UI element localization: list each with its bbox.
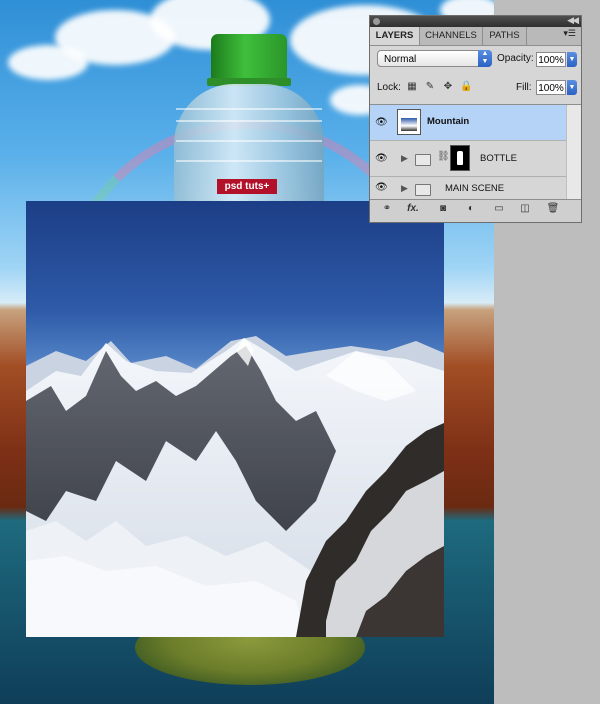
trash-icon[interactable]: 🗑 bbox=[546, 203, 560, 214]
bottle-ridge bbox=[176, 160, 322, 162]
mask-thumbnail bbox=[450, 145, 470, 171]
blend-opacity-row: Normal ▲ ▼ Opacity: 100% ▼ bbox=[370, 46, 581, 72]
lock-transparency-icon[interactable]: ▦ bbox=[406, 81, 418, 92]
layer-name[interactable]: BOTTLE bbox=[480, 153, 517, 164]
layers-list[interactable]: 👁 Mountain 👁 ▶ ⛓ BOTTLE 👁 ▶ MAIN SCENE bbox=[370, 104, 581, 199]
layer-name[interactable]: Mountain bbox=[427, 116, 469, 127]
collapse-icon[interactable]: ◀◀ bbox=[567, 15, 579, 26]
updown-arrows-icon: ▲ ▼ bbox=[478, 50, 492, 67]
mountain-illustration bbox=[26, 336, 444, 637]
bottle-ridge bbox=[176, 108, 322, 110]
opacity-dropdown-icon[interactable]: ▼ bbox=[567, 52, 577, 67]
mountain-photo[interactable] bbox=[26, 201, 444, 637]
bottle-label: psd tuts+ bbox=[217, 179, 277, 194]
layer-row-main-scene[interactable]: 👁 ▶ MAIN SCENE bbox=[370, 177, 567, 199]
fill-dropdown-icon[interactable]: ▼ bbox=[567, 80, 577, 95]
visibility-eye-icon[interactable]: 👁 bbox=[375, 153, 388, 164]
expand-triangle-icon[interactable]: ▶ bbox=[401, 153, 408, 164]
visibility-eye-icon[interactable]: 👁 bbox=[375, 182, 388, 193]
cloud bbox=[8, 45, 88, 80]
blend-mode-select[interactable]: Normal ▲ ▼ bbox=[377, 50, 492, 67]
folder-icon bbox=[415, 154, 431, 166]
layer-row-mountain[interactable]: 👁 Mountain bbox=[370, 105, 567, 141]
adjustment-icon[interactable]: ◐ bbox=[464, 203, 478, 214]
bottle-ridge bbox=[176, 140, 322, 142]
lock-position-icon[interactable]: ✥ bbox=[442, 81, 454, 92]
layer-row-bottle[interactable]: 👁 ▶ ⛓ BOTTLE bbox=[370, 141, 567, 177]
new-layer-icon[interactable]: ◫ bbox=[518, 203, 532, 214]
layers-panel[interactable]: ◀◀ LAYERS CHANNELS PATHS ▾☰ Normal ▲ ▼ Op… bbox=[369, 15, 582, 223]
tab-layers[interactable]: LAYERS bbox=[370, 27, 420, 45]
fill-field[interactable]: 100% bbox=[536, 80, 566, 95]
lock-pixels-icon[interactable]: ✎ bbox=[424, 81, 436, 92]
fill-label: Fill: bbox=[516, 82, 532, 93]
mask-link-icon[interactable]: ⛓ bbox=[437, 151, 450, 162]
link-icon[interactable]: ⚭ bbox=[380, 203, 394, 214]
opacity-field[interactable]: 100% bbox=[536, 52, 566, 67]
folder-icon[interactable]: ▭ bbox=[492, 203, 506, 214]
mask-icon[interactable]: ◙ bbox=[436, 203, 450, 214]
panel-tabs: LAYERS CHANNELS PATHS ▾☰ bbox=[370, 27, 581, 46]
bottle-ridge bbox=[176, 120, 322, 122]
layers-scrollbar[interactable] bbox=[566, 105, 581, 199]
panel-bottom-toolbar: ⚭ fx. ◙ ◐ ▭ ◫ 🗑 bbox=[370, 199, 581, 222]
visibility-eye-icon[interactable]: 👁 bbox=[375, 117, 388, 128]
lock-label: Lock: bbox=[377, 82, 401, 93]
bottle-cap bbox=[211, 34, 287, 82]
panel-titlebar[interactable]: ◀◀ bbox=[370, 15, 581, 27]
expand-triangle-icon[interactable]: ▶ bbox=[401, 183, 408, 194]
layer-name[interactable]: MAIN SCENE bbox=[445, 183, 504, 194]
tab-channels[interactable]: CHANNELS bbox=[420, 27, 483, 45]
fx-icon[interactable]: fx. bbox=[406, 203, 420, 214]
tab-paths[interactable]: PATHS bbox=[483, 27, 527, 45]
close-icon[interactable] bbox=[373, 18, 380, 25]
opacity-label: Opacity: bbox=[497, 53, 534, 64]
folder-icon bbox=[415, 184, 431, 196]
blend-mode-value: Normal bbox=[384, 54, 417, 65]
lock-all-icon[interactable]: 🔒 bbox=[460, 81, 472, 92]
layer-thumbnail bbox=[397, 109, 421, 135]
panel-menu-icon[interactable]: ▾☰ bbox=[563, 28, 576, 39]
